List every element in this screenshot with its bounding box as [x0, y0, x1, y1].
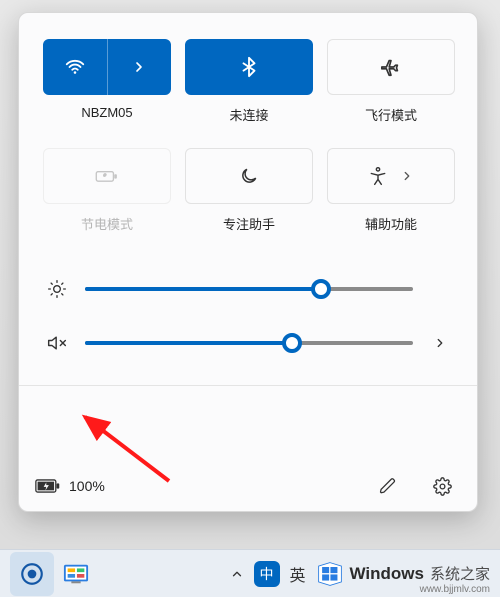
edit-quick-settings-button[interactable]: [371, 471, 405, 501]
taskbar-chevron-up-icon[interactable]: [230, 567, 244, 581]
quick-settings-panel: NBZM05 未连接 飞行模式: [18, 12, 478, 512]
brightness-row: [43, 279, 453, 299]
gear-icon: [433, 477, 452, 496]
volume-fill: [85, 341, 292, 345]
volume-slider[interactable]: [85, 334, 413, 352]
focus-label: 专注助手: [223, 214, 275, 233]
wifi-button[interactable]: [43, 39, 171, 95]
battery-charging-icon: [35, 477, 61, 495]
watermark-suffix: 系统之家: [430, 563, 490, 584]
wifi-icon: [64, 56, 86, 78]
brightness-icon: [43, 279, 71, 299]
battery-saver-label: 节电模式: [81, 214, 133, 233]
airplane-button[interactable]: [327, 39, 455, 95]
chevron-right-icon: [131, 59, 147, 75]
airplane-icon: [380, 56, 402, 78]
bluetooth-icon: [238, 56, 260, 78]
wifi-toggle-half[interactable]: [43, 39, 107, 95]
watermark-brand: Windows: [350, 564, 424, 584]
brightness-slider[interactable]: [85, 280, 413, 298]
panel-footer: 100%: [19, 461, 477, 511]
brightness-fill: [85, 287, 321, 291]
windows-logo-icon: [316, 560, 344, 588]
taskbar-settings-app[interactable]: [10, 552, 54, 596]
tile-accessibility: 辅助功能: [327, 148, 455, 233]
watermark-url: www.bjjmlv.com: [420, 584, 490, 595]
focus-button[interactable]: [185, 148, 313, 204]
quick-tiles-grid: NBZM05 未连接 飞行模式: [19, 13, 477, 239]
tile-wifi: NBZM05: [43, 39, 171, 124]
battery-percent-text: 100%: [69, 478, 105, 494]
bluetooth-label: 未连接: [229, 105, 268, 124]
tile-battery-saver: 节电模式: [43, 148, 171, 233]
battery-status[interactable]: 100%: [35, 477, 105, 495]
volume-thumb[interactable]: [282, 333, 302, 353]
taskbar-control-panel-app[interactable]: [54, 552, 98, 596]
moon-icon: [239, 166, 259, 186]
ime-mode-badge[interactable]: 中: [254, 561, 280, 587]
panel-separator: [19, 385, 477, 386]
battery-saver-icon: [95, 166, 119, 186]
battery-saver-button[interactable]: [43, 148, 171, 204]
wifi-expand-half[interactable]: [108, 39, 172, 95]
volume-output-expand[interactable]: [427, 336, 453, 350]
ime-language-indicator[interactable]: 英: [290, 562, 306, 586]
brightness-thumb[interactable]: [311, 279, 331, 299]
airplane-label: 飞行模式: [365, 105, 417, 124]
tile-focus: 专注助手: [185, 148, 313, 233]
volume-row: [43, 333, 453, 353]
accessibility-button[interactable]: [327, 148, 455, 204]
tile-bluetooth: 未连接: [185, 39, 313, 124]
settings-button[interactable]: [425, 471, 459, 501]
bluetooth-button[interactable]: [185, 39, 313, 95]
sliders-area: [19, 261, 477, 359]
tile-airplane: 飞行模式: [327, 39, 455, 124]
wifi-label: NBZM05: [81, 105, 132, 120]
footer-actions: [371, 471, 459, 501]
volume-muted-icon[interactable]: [43, 333, 71, 353]
accessibility-icon: [368, 166, 388, 186]
chevron-right-icon: [400, 169, 414, 183]
accessibility-label: 辅助功能: [365, 214, 417, 233]
